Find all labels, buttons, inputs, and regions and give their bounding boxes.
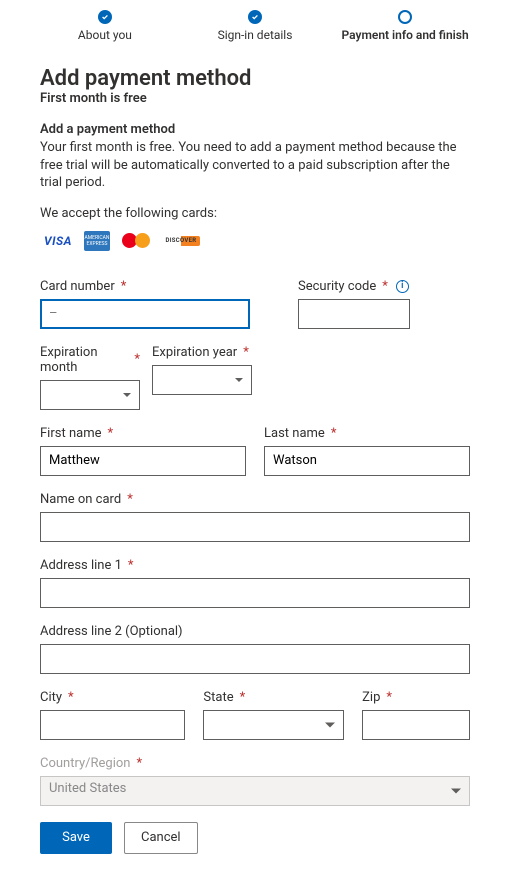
step-payment-info: Payment info and finish <box>330 10 480 42</box>
name-on-card-label: Name on card* <box>40 492 470 507</box>
chevron-down-icon <box>451 788 461 793</box>
required-marker: * <box>136 756 142 771</box>
country-label: Country/Region* <box>40 756 470 771</box>
step-label: Sign-in details <box>218 28 293 42</box>
step-about-you: About you <box>30 10 180 42</box>
required-marker: * <box>107 426 113 441</box>
address-line-2-input[interactable] <box>40 644 470 674</box>
state-select[interactable] <box>203 710 344 740</box>
first-name-label: First name* <box>40 426 246 441</box>
section-description: Your first month is free. You need to ad… <box>40 139 470 192</box>
check-circle-icon <box>98 10 112 24</box>
step-signin-details: Sign-in details <box>180 10 330 42</box>
last-name-input[interactable] <box>264 446 470 476</box>
card-logos: VISA AMERICAN EXPRESS DISCOVER <box>40 231 470 251</box>
accepted-cards-text: We accept the following cards: <box>40 206 470 221</box>
section-title: Add a payment method <box>40 122 470 137</box>
required-marker: * <box>121 279 127 294</box>
card-number-label: Card number* <box>40 279 250 294</box>
required-marker: * <box>127 492 133 507</box>
expiration-year-label: Expiration year* <box>152 345 252 360</box>
security-code-label: Security code* i <box>298 279 410 294</box>
expiration-month-label: Expiration month* <box>40 345 140 375</box>
address-line-1-input[interactable] <box>40 578 470 608</box>
amex-icon: AMERICAN EXPRESS <box>84 231 110 251</box>
state-label: State* <box>203 690 344 705</box>
visa-icon: VISA <box>40 231 76 251</box>
required-marker: * <box>134 352 140 367</box>
chevron-down-icon <box>123 393 131 397</box>
security-code-input[interactable] <box>298 299 410 329</box>
current-step-icon <box>398 10 412 24</box>
country-select: United States <box>40 776 470 806</box>
signup-stepper: About you Sign-in details Payment info a… <box>10 10 500 60</box>
cancel-button[interactable]: Cancel <box>124 822 198 854</box>
chevron-down-icon <box>325 722 335 727</box>
address-line-2-label: Address line 2 (Optional) <box>40 624 470 639</box>
card-number-input[interactable] <box>40 299 250 329</box>
required-marker: * <box>240 690 246 705</box>
name-on-card-input[interactable] <box>40 512 470 542</box>
step-label: Payment info and finish <box>342 28 469 42</box>
zip-label: Zip* <box>362 690 470 705</box>
address-line-1-label: Address line 1* <box>40 558 470 573</box>
discover-icon: DISCOVER <box>162 236 200 246</box>
page-title: Add payment method <box>10 66 500 91</box>
required-marker: * <box>68 690 74 705</box>
step-label: About you <box>78 28 132 42</box>
mastercard-icon <box>118 231 154 251</box>
form-buttons: Save Cancel <box>10 822 500 854</box>
last-name-label: Last name* <box>264 426 470 441</box>
required-marker: * <box>128 558 134 573</box>
required-marker: * <box>243 345 249 360</box>
zip-input[interactable] <box>362 710 470 740</box>
payment-form: Card number* Security code* i Expiration… <box>10 279 500 806</box>
required-marker: * <box>382 279 388 294</box>
required-marker: * <box>386 690 392 705</box>
info-icon[interactable]: i <box>396 280 409 293</box>
check-circle-icon <box>248 10 262 24</box>
page-subtitle: First month is free <box>40 91 470 106</box>
expiration-month-select[interactable] <box>40 380 140 410</box>
expiration-year-select[interactable] <box>152 365 252 395</box>
first-name-input[interactable] <box>40 446 246 476</box>
required-marker: * <box>331 426 337 441</box>
city-input[interactable] <box>40 710 185 740</box>
city-label: City* <box>40 690 185 705</box>
chevron-down-icon <box>235 378 243 382</box>
save-button[interactable]: Save <box>40 822 112 854</box>
